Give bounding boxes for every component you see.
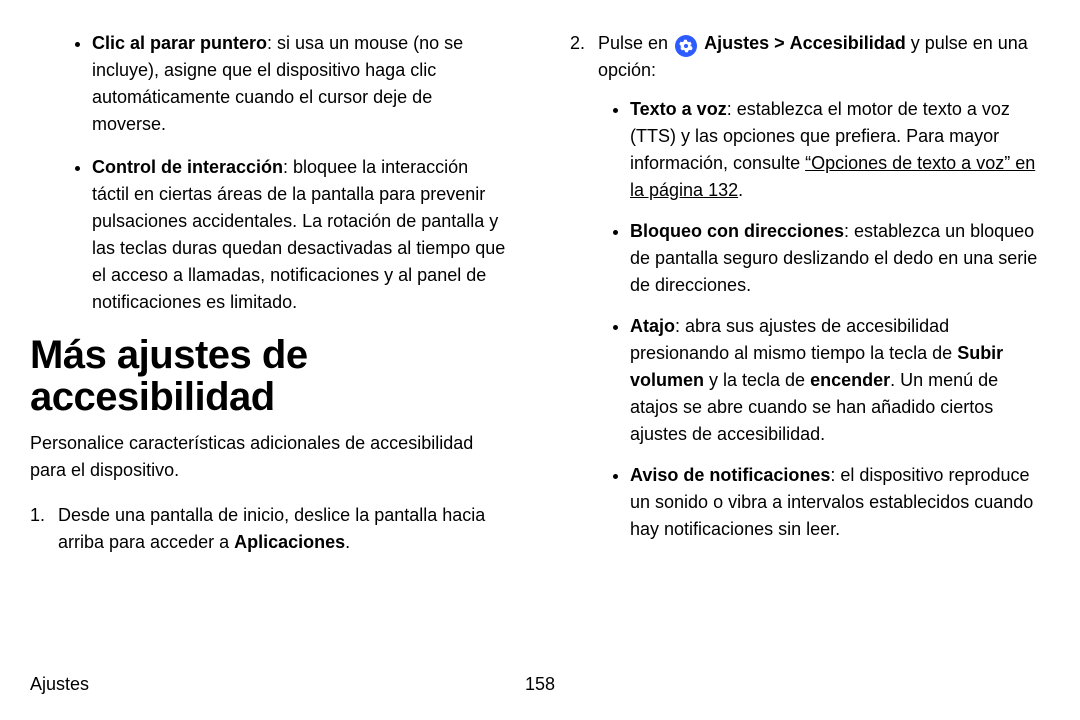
steps-list-left: 1. Desde una pantalla de inicio, deslice… xyxy=(30,502,510,556)
step-number: 2. xyxy=(570,30,585,57)
steps-list-right: 2. Pulse en Ajustes > Accesibilidad y pu… xyxy=(570,30,1050,543)
sub-bullet-item: Bloqueo con direcciones: establezca un b… xyxy=(630,218,1050,299)
bullet-item: Clic al parar puntero: si usa un mouse (… xyxy=(92,30,510,138)
section-intro: Personalice características adicionales … xyxy=(30,430,510,484)
bullet-term: Clic al parar puntero xyxy=(92,33,267,53)
settings-label: Ajustes xyxy=(704,33,769,53)
sub-term: Aviso de notificaciones xyxy=(630,465,830,485)
gear-svg xyxy=(679,39,693,53)
sub-text-post: . xyxy=(738,180,743,200)
sub-term: Atajo xyxy=(630,316,675,336)
sub-bullet-item: Aviso de notificaciones: el dispositivo … xyxy=(630,462,1050,543)
inline-bold: encender xyxy=(810,370,890,390)
sub-term: Bloqueo con direcciones xyxy=(630,221,844,241)
step-text-pre: Pulse en xyxy=(598,33,673,53)
sub-text-pre: : abra sus ajustes de accesibilidad pres… xyxy=(630,316,957,363)
step-bold: Aplicaciones xyxy=(234,532,345,552)
chevron-right-icon: > xyxy=(774,33,785,53)
step-number: 1. xyxy=(30,502,45,529)
left-bullet-list: Clic al parar puntero: si usa un mouse (… xyxy=(30,30,510,316)
page-content: Clic al parar puntero: si usa un mouse (… xyxy=(0,0,1080,620)
path-label: Accesibilidad xyxy=(790,33,906,53)
step-item: 1. Desde una pantalla de inicio, deslice… xyxy=(30,502,510,556)
sub-term: Texto a voz xyxy=(630,99,727,119)
right-column: 2. Pulse en Ajustes > Accesibilidad y pu… xyxy=(540,30,1050,620)
page-footer: Ajustes 158 xyxy=(30,674,1050,695)
sub-mid: y la tecla de xyxy=(704,370,810,390)
page-number: 158 xyxy=(525,674,555,695)
bullet-term: Control de interacción xyxy=(92,157,283,177)
sub-bullet-item: Atajo: abra sus ajustes de accesibilidad… xyxy=(630,313,1050,448)
section-heading: Más ajustes de accesibilidad xyxy=(30,334,510,418)
sub-bullet-list: Texto a voz: establezca el motor de text… xyxy=(598,96,1050,543)
bullet-item: Control de interacción: bloquee la inter… xyxy=(92,154,510,316)
footer-section: Ajustes xyxy=(30,674,89,694)
left-column: Clic al parar puntero: si usa un mouse (… xyxy=(30,30,540,620)
bullet-text: : bloquee la interacción táctil en ciert… xyxy=(92,157,505,312)
step-post: . xyxy=(345,532,350,552)
step-item: 2. Pulse en Ajustes > Accesibilidad y pu… xyxy=(570,30,1050,543)
gear-icon xyxy=(675,35,697,57)
sub-bullet-item: Texto a voz: establezca el motor de text… xyxy=(630,96,1050,204)
